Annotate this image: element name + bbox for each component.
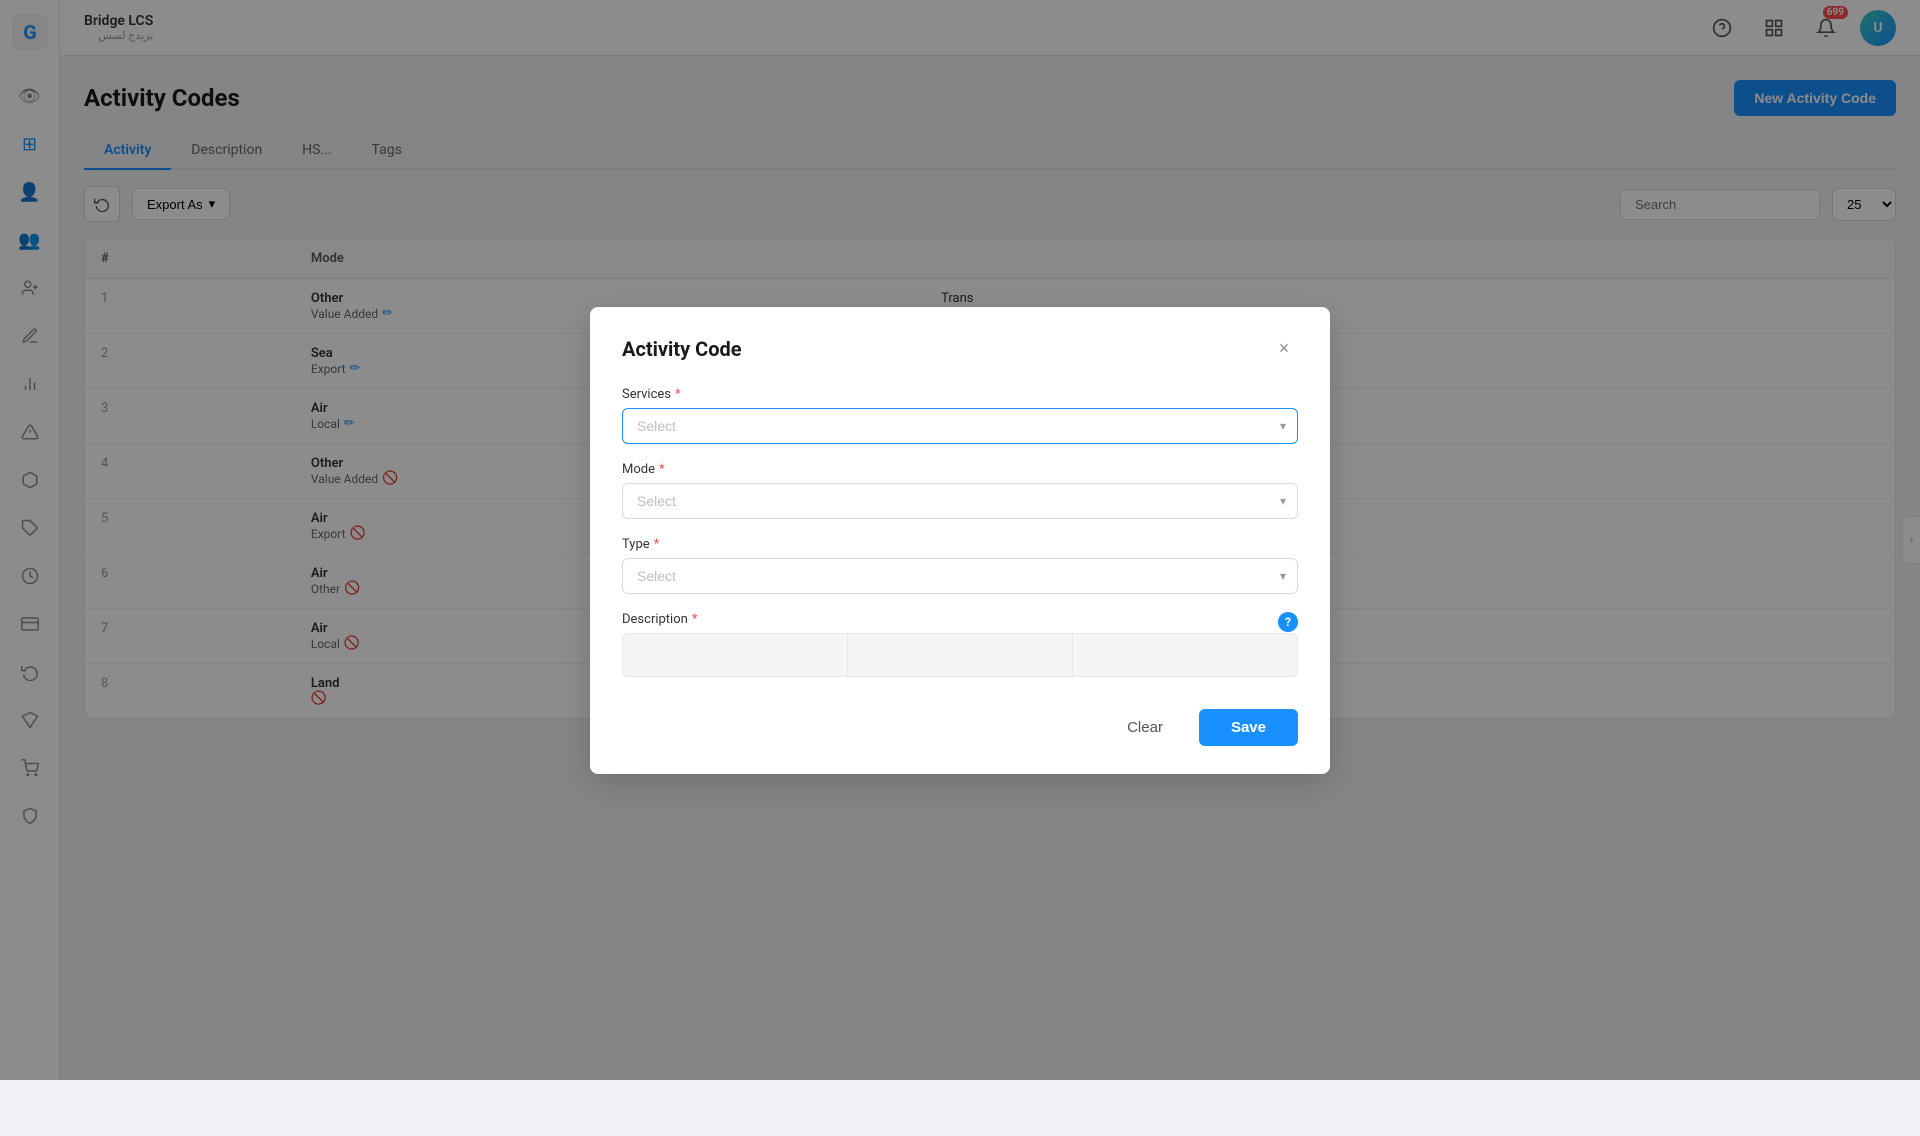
description-col-3[interactable] [1073,634,1297,676]
modal-close-button[interactable]: × [1270,335,1298,363]
mode-select[interactable]: Select [622,483,1298,519]
description-label-row: Description * ? [622,612,1298,633]
modal-overlay[interactable]: Activity Code × Services * Select ▾ Mode… [0,0,1920,1080]
description-field [622,633,1298,677]
modal-footer: Clear Save [622,709,1298,746]
type-label: Type * [622,537,1298,552]
modal-header: Activity Code × [622,335,1298,363]
clear-button[interactable]: Clear [1103,709,1187,746]
services-group: Services * Select ▾ [622,387,1298,444]
description-help-icon[interactable]: ? [1278,612,1298,632]
mode-group: Mode * Select ▾ [622,462,1298,519]
type-group: Type * Select ▾ [622,537,1298,594]
activity-code-modal: Activity Code × Services * Select ▾ Mode… [590,307,1330,774]
description-col-1[interactable] [623,634,848,676]
mode-required: * [659,462,665,477]
type-required: * [654,537,660,552]
services-required: * [675,387,681,402]
modal-title: Activity Code [622,337,742,361]
description-label: Description * [622,612,697,627]
type-select[interactable]: Select [622,558,1298,594]
description-required: * [692,612,698,627]
type-select-wrapper: Select ▾ [622,558,1298,594]
services-select[interactable]: Select [622,408,1298,444]
description-col-2[interactable] [848,634,1073,676]
description-group: Description * ? [622,612,1298,677]
save-button[interactable]: Save [1199,709,1298,746]
services-select-wrapper: Select ▾ [622,408,1298,444]
mode-label: Mode * [622,462,1298,477]
services-label: Services * [622,387,1298,402]
mode-select-wrapper: Select ▾ [622,483,1298,519]
